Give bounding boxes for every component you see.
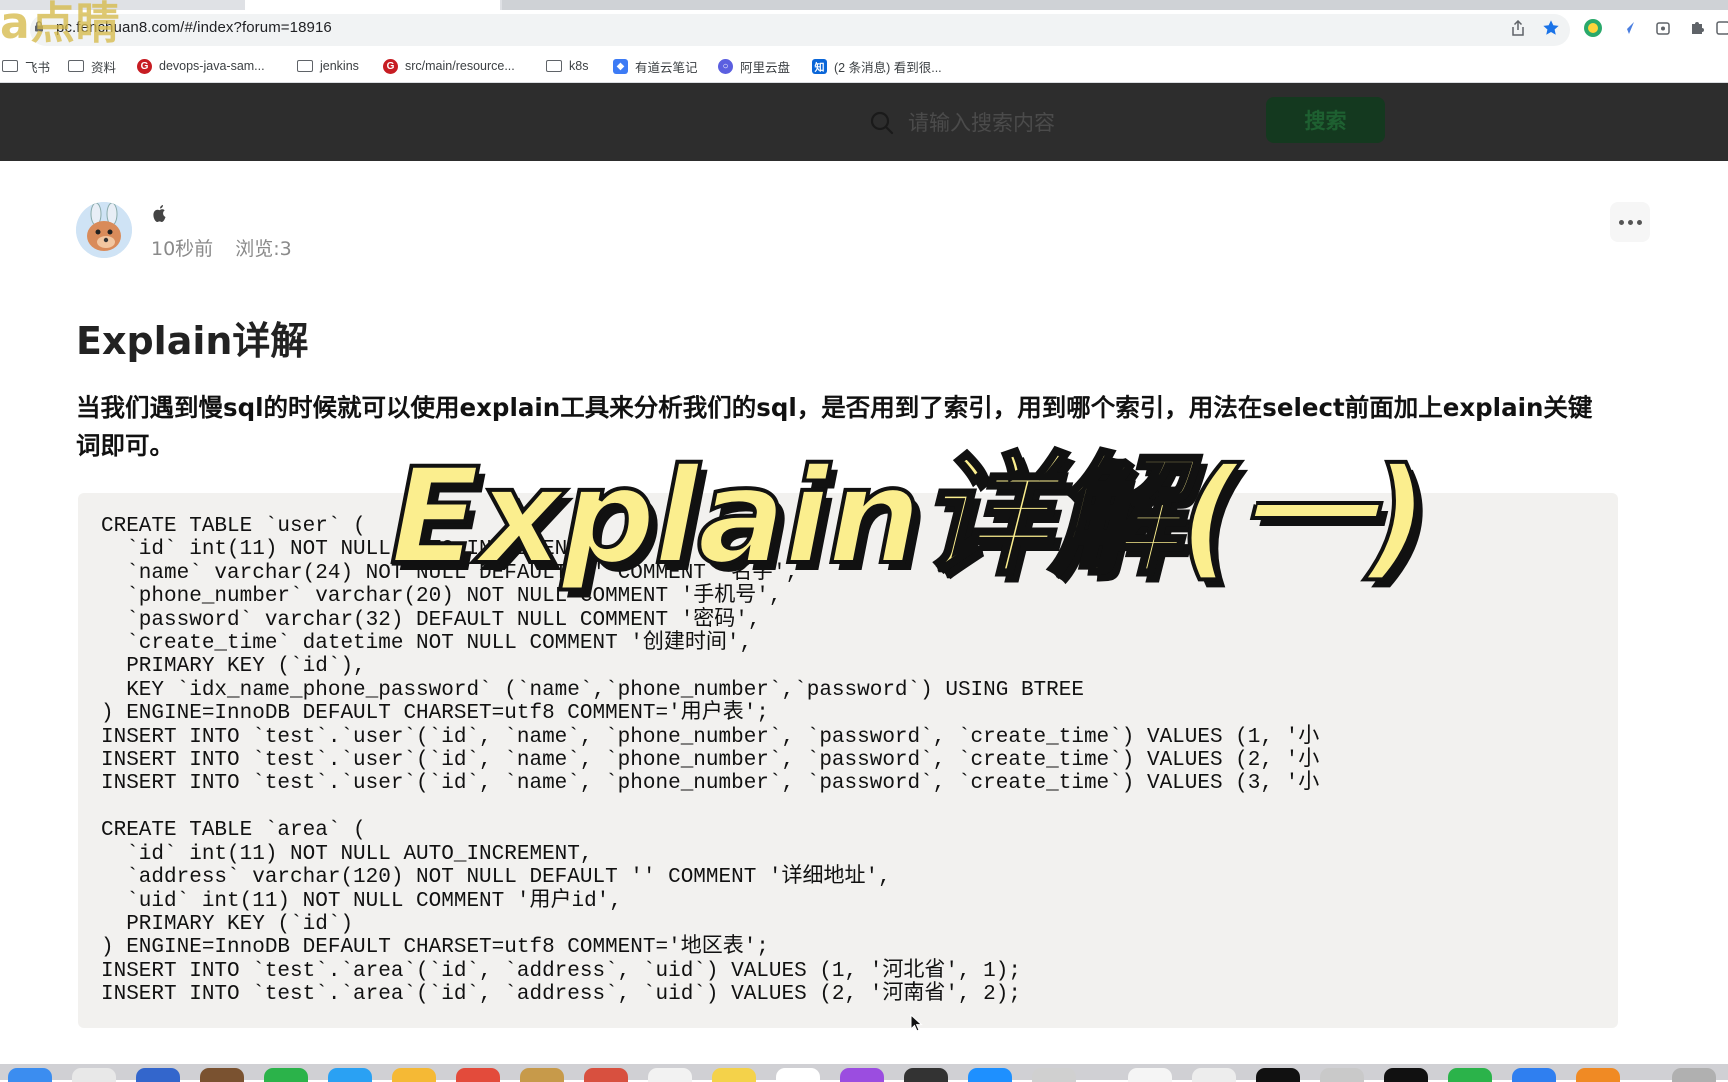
gitee-icon: G <box>383 58 398 74</box>
address-bar-row: pc.fenchuan8.com/#/index?forum=18916 <box>0 10 1728 50</box>
tab-strip <box>0 0 1728 10</box>
code-line: ) ENGINE=InnoDB DEFAULT CHARSET=utf8 COM… <box>101 702 769 726</box>
side-panel-icon[interactable] <box>1716 17 1728 39</box>
dock <box>0 1064 1728 1082</box>
extensions-puzzle-icon[interactable] <box>1686 17 1708 39</box>
bookmark-label: k8s <box>569 59 589 73</box>
post-intro: 当我们遇到慢sql的时候就可以使用explain工具来分析我们的sql，是否用到… <box>76 393 1593 460</box>
bookmark-src-main-resource[interactable]: G src/main/resource... <box>383 56 515 76</box>
site-header: 搜索 <box>0 83 1728 161</box>
post-title: Explain详解 <box>76 319 309 363</box>
code-line: INSERT INTO `test`.`area`(`id`, `address… <box>101 983 1021 1007</box>
dot-icon <box>1627 219 1633 225</box>
bookmark-feishu[interactable]: 飞书 <box>2 56 50 76</box>
apple-icon <box>153 205 166 222</box>
avatar[interactable] <box>76 202 132 258</box>
post-meta: 10秒前 浏览:3 <box>151 234 308 261</box>
code-line: INSERT INTO `test`.`area`(`id`, `address… <box>101 959 1021 983</box>
folder-icon <box>546 60 562 72</box>
aliyun-drive-icon: ○ <box>718 58 733 74</box>
bookmark-devops-java[interactable]: G devops-java-sam... <box>137 56 265 76</box>
dot-icon <box>1618 219 1624 225</box>
code-line: CREATE TABLE `area` ( <box>101 819 366 843</box>
search-button[interactable]: 搜索 <box>1266 97 1385 143</box>
code-line: INSERT INTO `test`.`user`(`id`, `name`, … <box>101 772 1320 796</box>
folder-icon <box>68 60 84 72</box>
inactive-tab[interactable] <box>502 0 1728 10</box>
mouse-cursor-icon <box>910 1014 923 1032</box>
code-line: `phone_number` varchar(20) NOT NULL COMM… <box>101 585 782 609</box>
code-block: CREATE TABLE `user` ( `id` int(11) NOT N… <box>78 493 1618 1028</box>
bookmark-label: 飞书 <box>25 60 51 75</box>
active-tab[interactable] <box>245 0 500 10</box>
bookmark-aliyun-drive[interactable]: ○ 阿里云盘 <box>718 56 790 76</box>
code-line: `id` int(11) NOT NULL AUTO_INCREMENT, <box>101 842 593 866</box>
code-line: `address` varchar(120) NOT NULL DEFAULT … <box>101 866 891 890</box>
youdao-note-icon: ◆ <box>613 58 628 74</box>
code-line: `create_time` datetime NOT NULL COMMENT … <box>101 632 753 656</box>
code-text: CREATE TABLE `user` ( `id` int(11) NOT N… <box>101 515 1319 1007</box>
code-line: ) ENGINE=InnoDB DEFAULT CHARSET=utf8 COM… <box>101 936 769 960</box>
bookmark-ziliao[interactable]: 资料 <box>68 56 116 76</box>
bookmark-label: 阿里云盘 <box>740 60 791 75</box>
post-time: 10秒前 <box>151 238 214 260</box>
more-options-button[interactable] <box>1610 202 1650 242</box>
gitee-icon: G <box>137 58 152 74</box>
bookmarks-bar: 飞书 资料 G devops-java-sam... jenkins G src… <box>0 50 1728 83</box>
code-line: `name` varchar(24) NOT NULL DEFAULT '' C… <box>101 561 799 585</box>
code-line: `password` varchar(32) DEFAULT NULL COMM… <box>101 608 761 632</box>
extension-badge-icon[interactable] <box>1652 17 1674 39</box>
bookmark-label: (2 条消息) 看到很... <box>834 60 942 75</box>
extension-shield-icon[interactable] <box>1582 17 1604 39</box>
bookmark-zhihu[interactable]: 知 (2 条消息) 看到很... <box>812 56 942 76</box>
bookmark-label: src/main/resource... <box>405 59 515 73</box>
code-line: KEY `idx_name_phone_password` (`name`,`p… <box>101 678 1084 702</box>
folder-icon <box>297 60 313 72</box>
code-line: INSERT INTO `test`.`user`(`id`, `name`, … <box>101 749 1320 773</box>
bookmark-label: jenkins <box>320 59 359 73</box>
code-line: CREATE TABLE `user` ( <box>101 515 366 538</box>
bookmark-jenkins[interactable]: jenkins <box>297 56 359 76</box>
url-text[interactable]: pc.fenchuan8.com/#/index?forum=18916 <box>56 19 332 36</box>
code-line: `uid` int(11) NOT NULL COMMENT '用户id', <box>101 889 622 913</box>
code-line: PRIMARY KEY (`id`) <box>101 912 354 936</box>
bookmark-youdao-note[interactable]: ◆ 有道云笔记 <box>613 56 698 76</box>
bookmark-label: 资料 <box>91 60 117 75</box>
bookmark-star-icon[interactable] <box>1541 18 1561 38</box>
search-icon[interactable] <box>870 111 894 135</box>
zhihu-icon: 知 <box>812 58 827 74</box>
lock-icon[interactable] <box>34 21 44 32</box>
bookmark-k8s[interactable]: k8s <box>546 56 588 76</box>
dot-icon <box>1636 219 1642 225</box>
bookmark-label: 有道云笔记 <box>635 60 698 75</box>
post-views: 浏览:3 <box>235 238 292 260</box>
share-icon[interactable] <box>1508 18 1528 38</box>
code-line: PRIMARY KEY (`id`), <box>101 655 366 679</box>
bookmark-label: devops-java-sam... <box>159 59 265 73</box>
code-line: `id` int(11) NOT NULL AUTO_INCREMENT, <box>101 538 593 562</box>
code-line: INSERT INTO `test`.`user`(`id`, `name`, … <box>101 725 1320 749</box>
extension-arrow-icon[interactable] <box>1617 17 1639 39</box>
search-input[interactable] <box>906 105 1240 141</box>
folder-icon <box>2 60 18 72</box>
